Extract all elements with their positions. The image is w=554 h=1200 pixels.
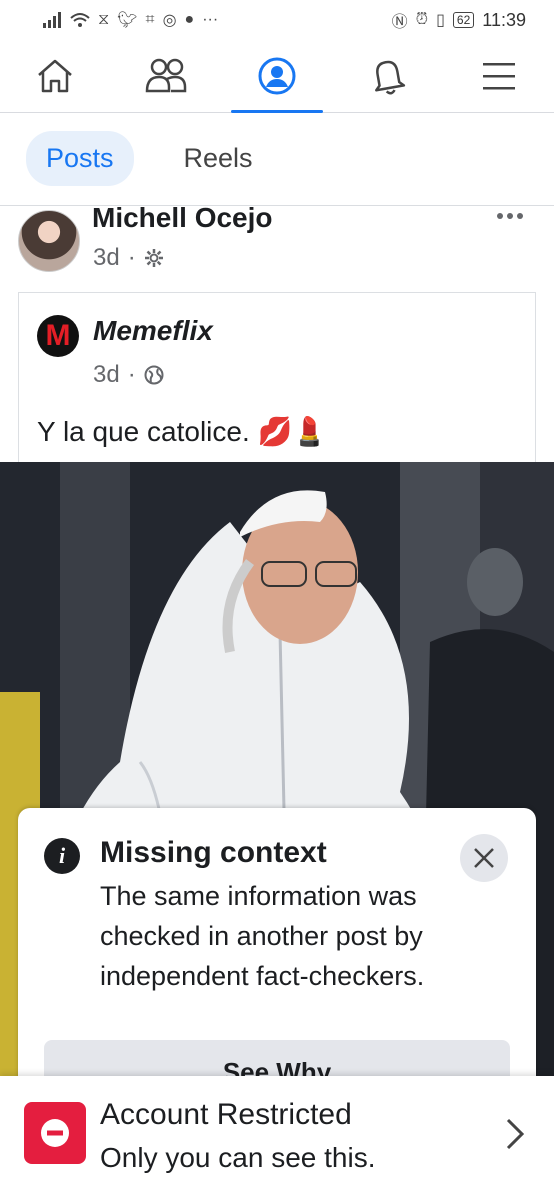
more-icon: ··· (202, 11, 219, 28)
page-logo[interactable]: M (37, 315, 79, 357)
overlay-body: The same information was checked in anot… (100, 881, 425, 991)
instagram-icon: ◎ (162, 12, 177, 29)
overlay-title: Missing context (100, 836, 327, 869)
avatar[interactable] (18, 210, 80, 272)
gear-icon (144, 249, 163, 267)
nav-profile[interactable] (230, 40, 323, 113)
friends-icon (145, 58, 187, 93)
status-right: Ⓝ ⏰︎ ▯ 62 11:39 (392, 8, 526, 32)
info-icon: i (44, 838, 80, 874)
nav-home[interactable] (9, 40, 101, 112)
tab-posts[interactable]: Posts (26, 131, 134, 186)
restricted-icon-box (24, 1102, 86, 1164)
more-horizontal-icon (497, 213, 523, 219)
wifi-icon (70, 13, 90, 27)
alarm-icon: ⏰︎ (415, 11, 429, 28)
hourglass-icon: ⧖ (98, 11, 110, 28)
author-name[interactable]: Michell Ocejo (92, 202, 273, 234)
globe-icon (144, 365, 164, 385)
page-name[interactable]: Memeflix (93, 315, 213, 347)
bell-icon (374, 60, 405, 95)
post-meta: 3d · (93, 244, 164, 272)
clock: 11:39 (482, 9, 526, 30)
profile-tabs: Posts Reels (0, 112, 554, 206)
battery-icon: 62 (452, 12, 475, 28)
close-icon (474, 848, 494, 868)
nav-friends[interactable] (120, 40, 212, 112)
missing-context-card: i Missing context The same information w… (18, 808, 536, 1108)
top-nav (0, 40, 554, 113)
shared-post-meta: 3d · (93, 361, 164, 389)
account-restricted-banner[interactable]: Account Restricted Only you can see this… (0, 1076, 554, 1200)
profile-icon (258, 57, 296, 95)
tab-reels[interactable]: Reels (164, 131, 273, 186)
nav-menu[interactable] (453, 40, 545, 112)
meta-separator: · (127, 244, 136, 271)
shared-post-time[interactable]: 3d (93, 361, 120, 389)
chevron-right-icon[interactable] (504, 1116, 526, 1157)
signal-icon (43, 12, 61, 28)
home-icon (38, 59, 73, 93)
nav-notifications[interactable] (342, 40, 434, 112)
more-options-button[interactable] (496, 200, 524, 226)
restricted-title: Account Restricted (100, 1098, 352, 1131)
close-button[interactable] (460, 834, 508, 882)
post-header: Michell Ocejo 3d · (0, 202, 554, 276)
chat-icon: ● (184, 11, 195, 28)
status-left: ⧖ 🐦︎ ⌗ ◎ ● ··· (42, 10, 218, 30)
status-bar: ⧖ 🐦︎ ⌗ ◎ ● ··· Ⓝ ⏰︎ ▯ 62 11:39 (0, 0, 554, 40)
post-text: Y la que catolice. 💋💄 (37, 416, 328, 447)
restricted-subtitle: Only you can see this. (100, 1142, 376, 1173)
shared-post[interactable]: M Memeflix 3d · Y la que catolice. 💋💄 (18, 292, 536, 464)
meta-separator: · (127, 361, 136, 388)
post-time[interactable]: 3d (93, 244, 120, 272)
twitter-icon: 🐦︎ (117, 12, 138, 29)
vpn-icon: ⌗ (145, 11, 155, 28)
no-entry-icon (41, 1119, 69, 1147)
menu-icon (482, 63, 515, 90)
vibrate-icon: ▯ (436, 12, 445, 29)
nfc-icon: Ⓝ (391, 14, 408, 31)
